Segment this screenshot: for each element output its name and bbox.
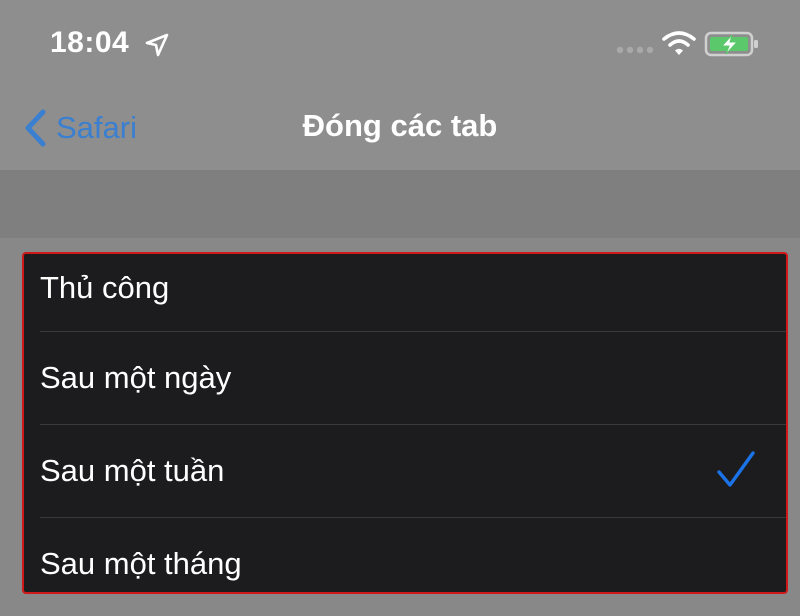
status-time: 18:04	[50, 26, 130, 59]
option-manual[interactable]: Thủ công	[24, 254, 786, 331]
status-bar: 18:04	[0, 0, 800, 84]
checkmark-icon	[717, 451, 755, 487]
close-tabs-options-list: Thủ công Sau một ngày Sau một tuần Sau m…	[22, 252, 788, 594]
page-title: Đóng các tab	[302, 108, 498, 143]
option-label: Thủ công	[40, 270, 170, 305]
battery-charging-icon	[704, 31, 758, 57]
option-after-one-day[interactable]: Sau một ngày	[24, 331, 786, 424]
option-label: Sau một tuần	[40, 452, 225, 488]
signal-icon	[616, 46, 654, 54]
section-spacer	[0, 170, 800, 238]
option-label: Sau một ngày	[40, 359, 232, 395]
option-after-one-week[interactable]: Sau một tuần	[24, 424, 786, 517]
wifi-icon	[662, 31, 696, 55]
location-arrow-icon	[145, 33, 169, 57]
option-after-one-month[interactable]: Sau một tháng	[24, 517, 786, 592]
navigation-bar: Safari Đóng các tab	[0, 84, 800, 170]
option-label: Sau một tháng	[40, 545, 242, 581]
